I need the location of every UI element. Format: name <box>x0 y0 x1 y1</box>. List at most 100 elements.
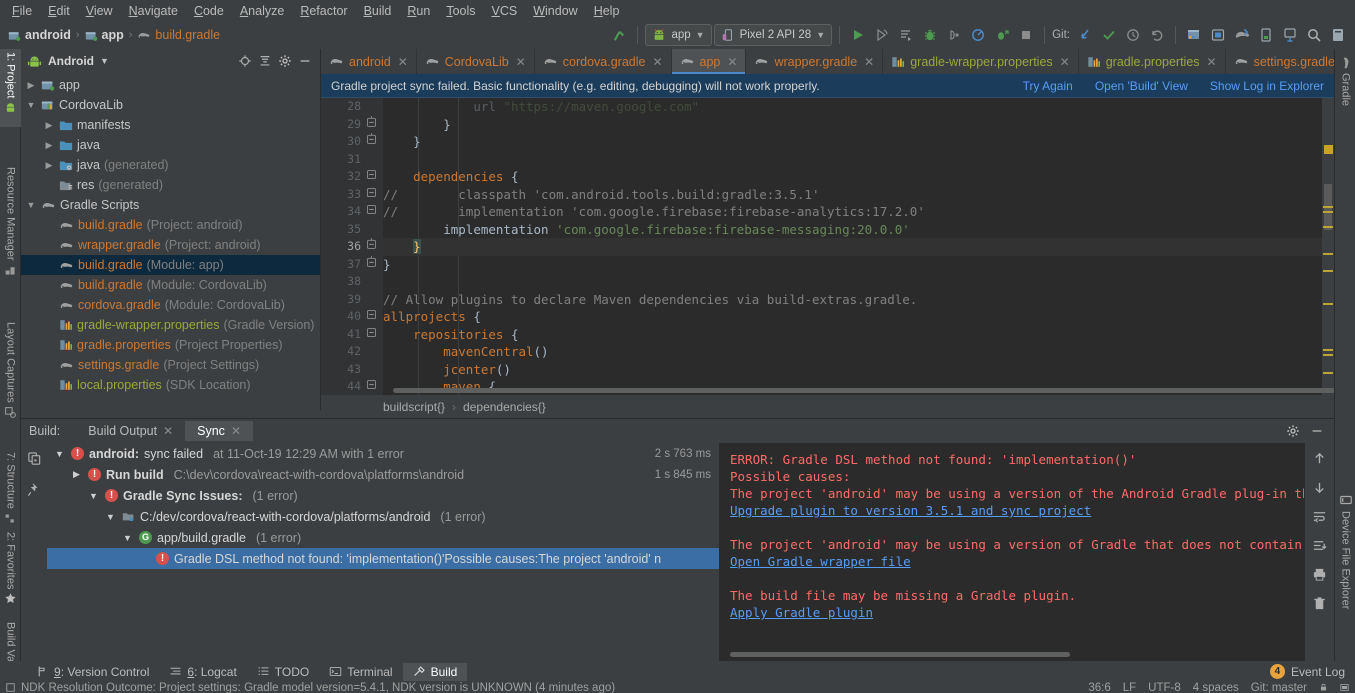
breadcrumb-item-android[interactable]: android <box>8 28 71 42</box>
code-line[interactable]: // implementation 'com.google.firebase:f… <box>383 203 1334 221</box>
run-button[interactable] <box>847 24 869 46</box>
bottom-tab-6-logcat[interactable]: 6: Logcat <box>159 663 246 681</box>
code-line[interactable]: } <box>383 256 1334 274</box>
close-icon[interactable]: ✕ <box>1060 55 1070 69</box>
tree-node[interactable]: build.gradle (Module: app) <box>21 255 320 275</box>
menu-item-code[interactable]: Code <box>186 2 232 20</box>
settings-gear-icon[interactable] <box>278 54 292 68</box>
lock-icon[interactable] <box>1319 683 1328 692</box>
breadcrumb-item-app[interactable]: app <box>85 28 124 42</box>
bottom-tab-todo[interactable]: TODO <box>247 663 319 681</box>
chevron-down-icon[interactable]: ▼ <box>121 533 134 543</box>
collapse-all-icon[interactable] <box>258 54 272 68</box>
bottom-tab-build[interactable]: Build <box>402 662 468 681</box>
editor-horizontal-scrollbar[interactable] <box>393 388 1334 393</box>
project-view-selector[interactable]: Android <box>48 54 94 68</box>
history-button[interactable] <box>1122 24 1144 46</box>
line-separator[interactable]: LF <box>1123 682 1136 693</box>
menu-item-help[interactable]: Help <box>586 2 628 20</box>
menu-item-run[interactable]: Run <box>399 2 438 20</box>
close-icon[interactable]: ✕ <box>864 55 874 69</box>
close-icon[interactable]: ✕ <box>727 55 737 69</box>
undo-button[interactable] <box>1146 24 1168 46</box>
chevron-right-icon[interactable]: ▶ <box>43 140 55 151</box>
breadcrumb-buildscript[interactable]: buildscript{} <box>383 400 445 414</box>
editor-tab-app[interactable]: app ✕ <box>671 49 747 74</box>
code-line[interactable] <box>383 273 1334 291</box>
apply-changes-button[interactable] <box>871 24 893 46</box>
close-icon[interactable]: ✕ <box>163 424 173 438</box>
menu-item-file[interactable]: File <box>4 2 40 20</box>
close-icon[interactable]: ✕ <box>652 55 662 69</box>
code-editor[interactable]: 282930313233343536373839404142434445 url… <box>321 98 1334 395</box>
breadcrumb-dependencies[interactable]: dependencies{} <box>463 400 546 414</box>
chevron-down-icon[interactable]: ▼ <box>104 512 117 522</box>
tab-sync[interactable]: Sync ✕ <box>185 421 253 441</box>
close-icon[interactable]: ✕ <box>1207 55 1217 69</box>
hide-icon[interactable] <box>298 54 312 68</box>
code-fold-open-icon[interactable] <box>365 168 377 186</box>
tab-build-output[interactable]: Build Output ✕ <box>76 421 185 441</box>
show-log-in-explorer-link[interactable]: Show Log in Explorer <box>1210 79 1324 93</box>
breadcrumb-item-file[interactable]: build.gradle <box>137 28 220 42</box>
code-fold-bottom-icon[interactable] <box>365 115 377 134</box>
file-encoding[interactable]: UTF-8 <box>1148 682 1181 693</box>
status-toggle-icon[interactable] <box>6 683 15 692</box>
settings-gear-icon[interactable] <box>1286 424 1300 438</box>
menu-item-vcs[interactable]: VCS <box>484 2 526 20</box>
chevron-down-icon[interactable]: ▼ <box>25 200 37 210</box>
chevron-down-icon[interactable]: ▼ <box>100 56 109 66</box>
quick-fix-link[interactable]: Open Gradle wrapper file <box>730 554 911 569</box>
device-file-explorer-button[interactable] <box>1255 24 1277 46</box>
chevron-down-icon[interactable]: ▼ <box>25 100 37 110</box>
left-tab-1-project[interactable]: 1: Project <box>0 49 21 127</box>
code-fold-open-icon[interactable] <box>365 326 377 344</box>
menu-item-analyze[interactable]: Analyze <box>232 2 292 20</box>
left-tab-layout-captures[interactable]: Layout Captures <box>0 319 21 439</box>
make-project-icon[interactable] <box>608 24 630 46</box>
apply-code-changes-button[interactable] <box>991 24 1013 46</box>
attach-debugger-button[interactable] <box>943 24 965 46</box>
tree-node[interactable]: gradle.properties (Project Properties) <box>21 335 320 355</box>
search-everywhere-button[interactable] <box>1303 24 1325 46</box>
hide-icon[interactable] <box>1310 424 1324 438</box>
code-line[interactable]: url "https://maven.google.com" <box>383 98 1334 116</box>
close-icon[interactable]: ✕ <box>398 55 408 69</box>
memory-indicator-icon[interactable] <box>1340 683 1349 692</box>
bottom-tab-terminal[interactable]: Terminal <box>319 663 402 681</box>
tree-node[interactable]: wrapper.gradle (Project: android) <box>21 235 320 255</box>
quick-fix-link[interactable]: Upgrade plugin to version 3.5.1 and sync… <box>730 503 1091 518</box>
code-line[interactable]: } <box>383 116 1334 134</box>
run-configuration-selector[interactable]: app ▼ <box>645 24 712 46</box>
build-tree-row[interactable]: ▶! Run build C:\dev\cordova\react-with-cor… <box>47 464 719 485</box>
chevron-down-icon[interactable]: ▼ <box>87 491 100 501</box>
code-fold-bottom-icon[interactable] <box>365 238 377 256</box>
tree-node[interactable]: build.gradle (Module: CordovaLib) <box>21 275 320 295</box>
avd-manager-button[interactable] <box>1207 24 1229 46</box>
code-fold-open-icon[interactable] <box>365 378 377 395</box>
pin-icon[interactable] <box>27 482 42 497</box>
close-icon[interactable]: ✕ <box>231 424 241 438</box>
editor-marker-bar[interactable] <box>1322 98 1334 395</box>
editor-tab-gradle-properties[interactable]: gradle.properties ✕ <box>1079 49 1226 74</box>
tree-node[interactable]: ▶ java (generated) <box>21 155 320 175</box>
code-line[interactable]: jcenter() <box>383 361 1334 379</box>
menu-item-edit[interactable]: Edit <box>40 2 78 20</box>
git-branch[interactable]: Git: master <box>1251 682 1307 693</box>
device-selector[interactable]: Pixel 2 API 28 ▼ <box>713 24 833 46</box>
editor-code-area[interactable]: url "https://maven.google.com" } } depen… <box>383 98 1334 395</box>
tree-node[interactable]: cordova.gradle (Module: CordovaLib) <box>21 295 320 315</box>
delete-icon[interactable] <box>1312 596 1327 611</box>
bottom-tab-9-version-control[interactable]: 9: Version Control <box>26 663 159 681</box>
menu-item-refactor[interactable]: Refactor <box>292 2 355 20</box>
editor-tab-settings-gradle[interactable]: settings.gradle✕ <box>1226 49 1334 74</box>
chevron-right-icon[interactable]: ▶ <box>25 80 37 91</box>
build-detail-link[interactable]: Apply Gradle plugin <box>730 604 1298 621</box>
chevron-right-icon[interactable]: ▶ <box>43 160 55 171</box>
restart-build-icon[interactable] <box>27 451 42 466</box>
tree-node[interactable]: ▶ java <box>21 135 320 155</box>
print-icon[interactable] <box>1312 567 1327 582</box>
editor-tab-cordova-gradle[interactable]: cordova.gradle ✕ <box>535 49 672 74</box>
build-tree-row[interactable]: ▼! android: sync failed at 11-Oct-19 12:29… <box>47 443 719 464</box>
sdk-manager-button[interactable] <box>1183 24 1205 46</box>
